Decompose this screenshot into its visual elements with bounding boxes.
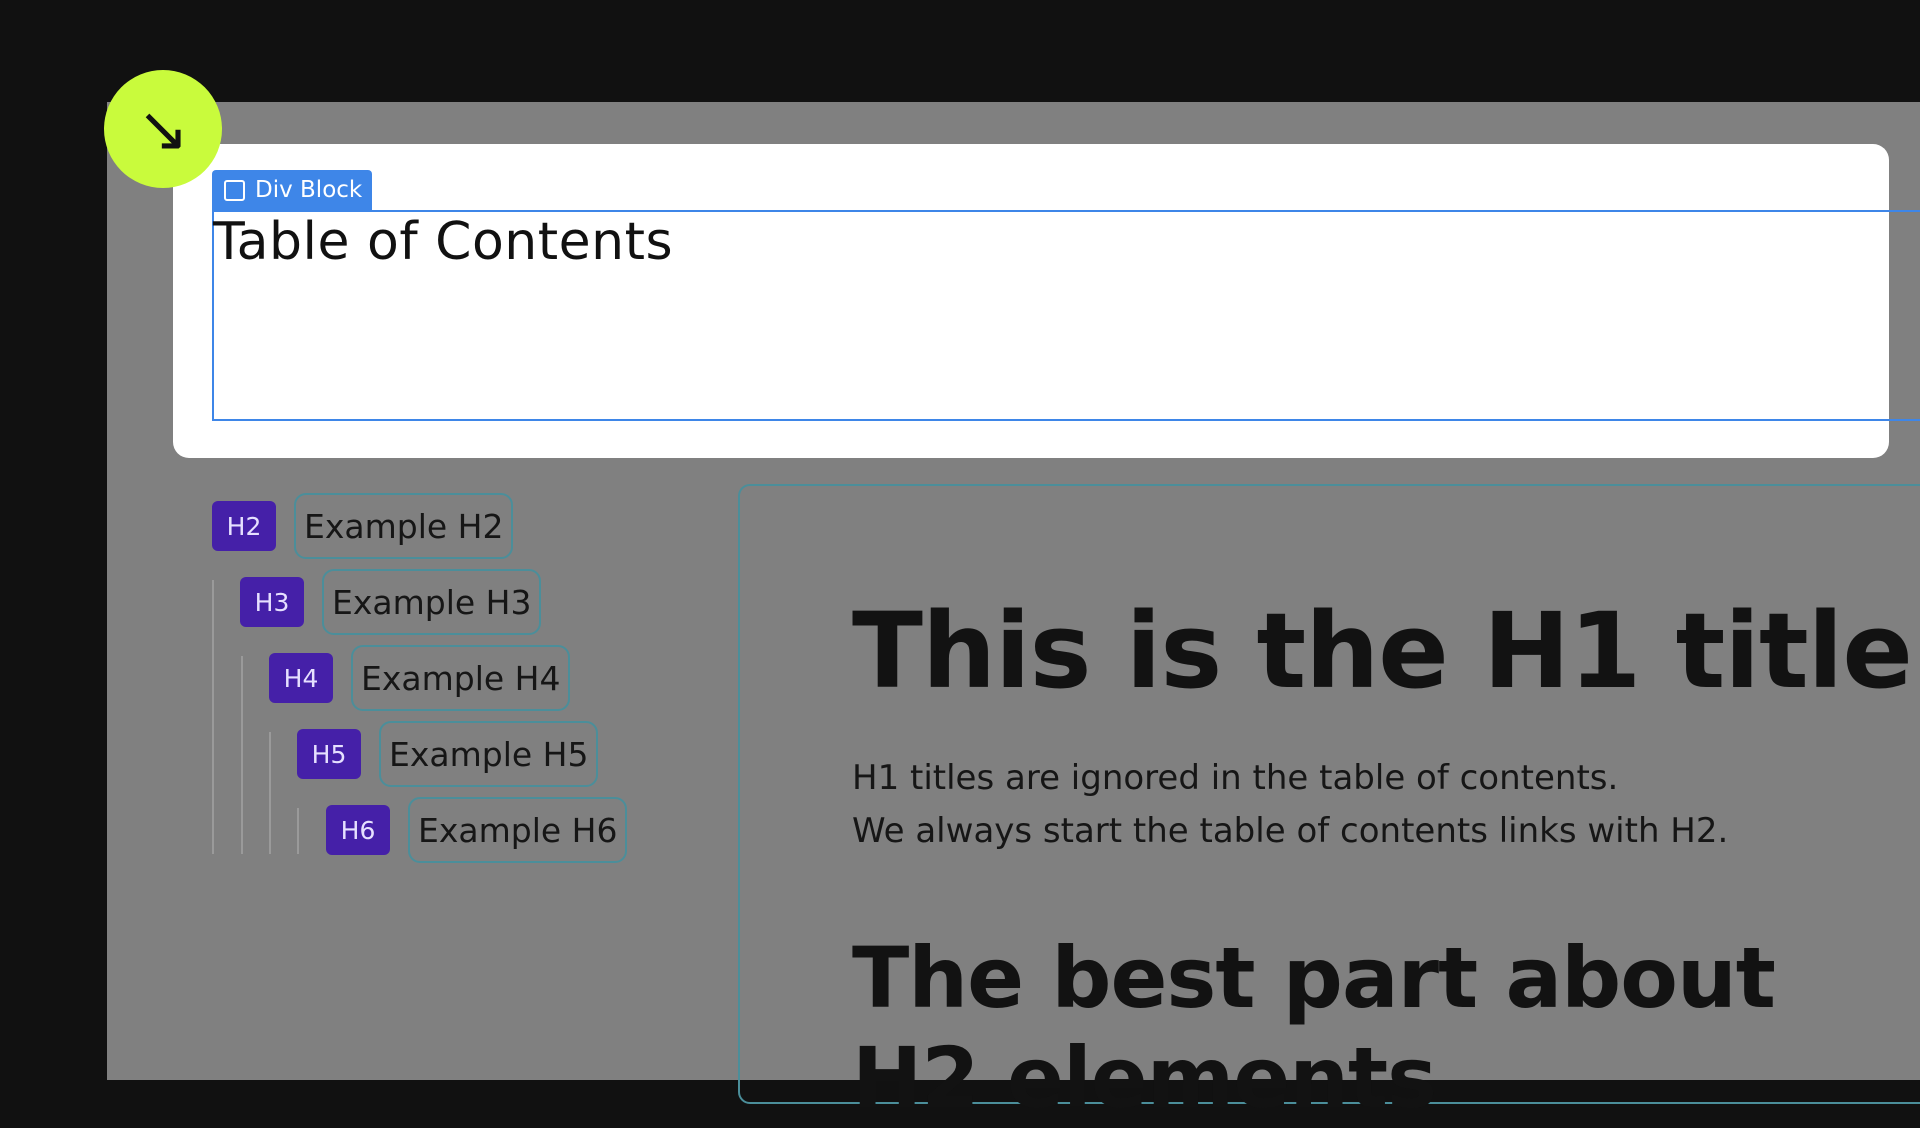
heading-level-badge: H5 [297, 729, 361, 779]
toc-link[interactable]: Example H2 [294, 493, 514, 559]
toc-link[interactable]: Example H4 [351, 645, 571, 711]
h2-title: The best part about H2 elements [852, 928, 1776, 1128]
h1-title: This is the H1 title [852, 590, 1913, 712]
toc-link[interactable]: Example H6 [408, 797, 628, 863]
toc-title: Table of Contents [213, 212, 674, 272]
toc-guide-line-h3 [212, 580, 214, 854]
h2-line: The best part about [852, 929, 1776, 1027]
toc-link[interactable]: Example H5 [379, 721, 599, 787]
div-block-icon [224, 179, 245, 201]
toc-item-h2[interactable]: H2 Example H2 [212, 493, 514, 559]
toc-guide-line-h5 [269, 732, 271, 854]
arrow-down-right-icon: ↘ [104, 70, 222, 188]
intro-paragraph: H1 titles are ignored in the table of co… [852, 752, 1728, 858]
toc-item-h3[interactable]: H3 Example H3 [240, 569, 542, 635]
heading-level-badge: H3 [240, 577, 304, 627]
div-block-label: Div Block [255, 177, 363, 203]
heading-level-badge: H2 [212, 501, 276, 551]
h2-line: H2 elements [852, 1029, 1437, 1127]
toc-item-h5[interactable]: H5 Example H5 [297, 721, 599, 787]
heading-level-badge: H6 [326, 805, 390, 855]
paragraph-line: H1 titles are ignored in the table of co… [852, 758, 1619, 798]
toc-link[interactable]: Example H3 [322, 569, 542, 635]
toc-item-h4[interactable]: H4 Example H4 [269, 645, 571, 711]
toc-guide-line-h6 [297, 808, 299, 854]
toc-guide-line-h4 [241, 656, 243, 854]
toc-item-h6[interactable]: H6 Example H6 [326, 797, 628, 863]
div-block-selection-tag[interactable]: Div Block [212, 170, 373, 210]
paragraph-line: We always start the table of contents li… [852, 811, 1729, 851]
heading-level-badge: H4 [269, 653, 333, 703]
